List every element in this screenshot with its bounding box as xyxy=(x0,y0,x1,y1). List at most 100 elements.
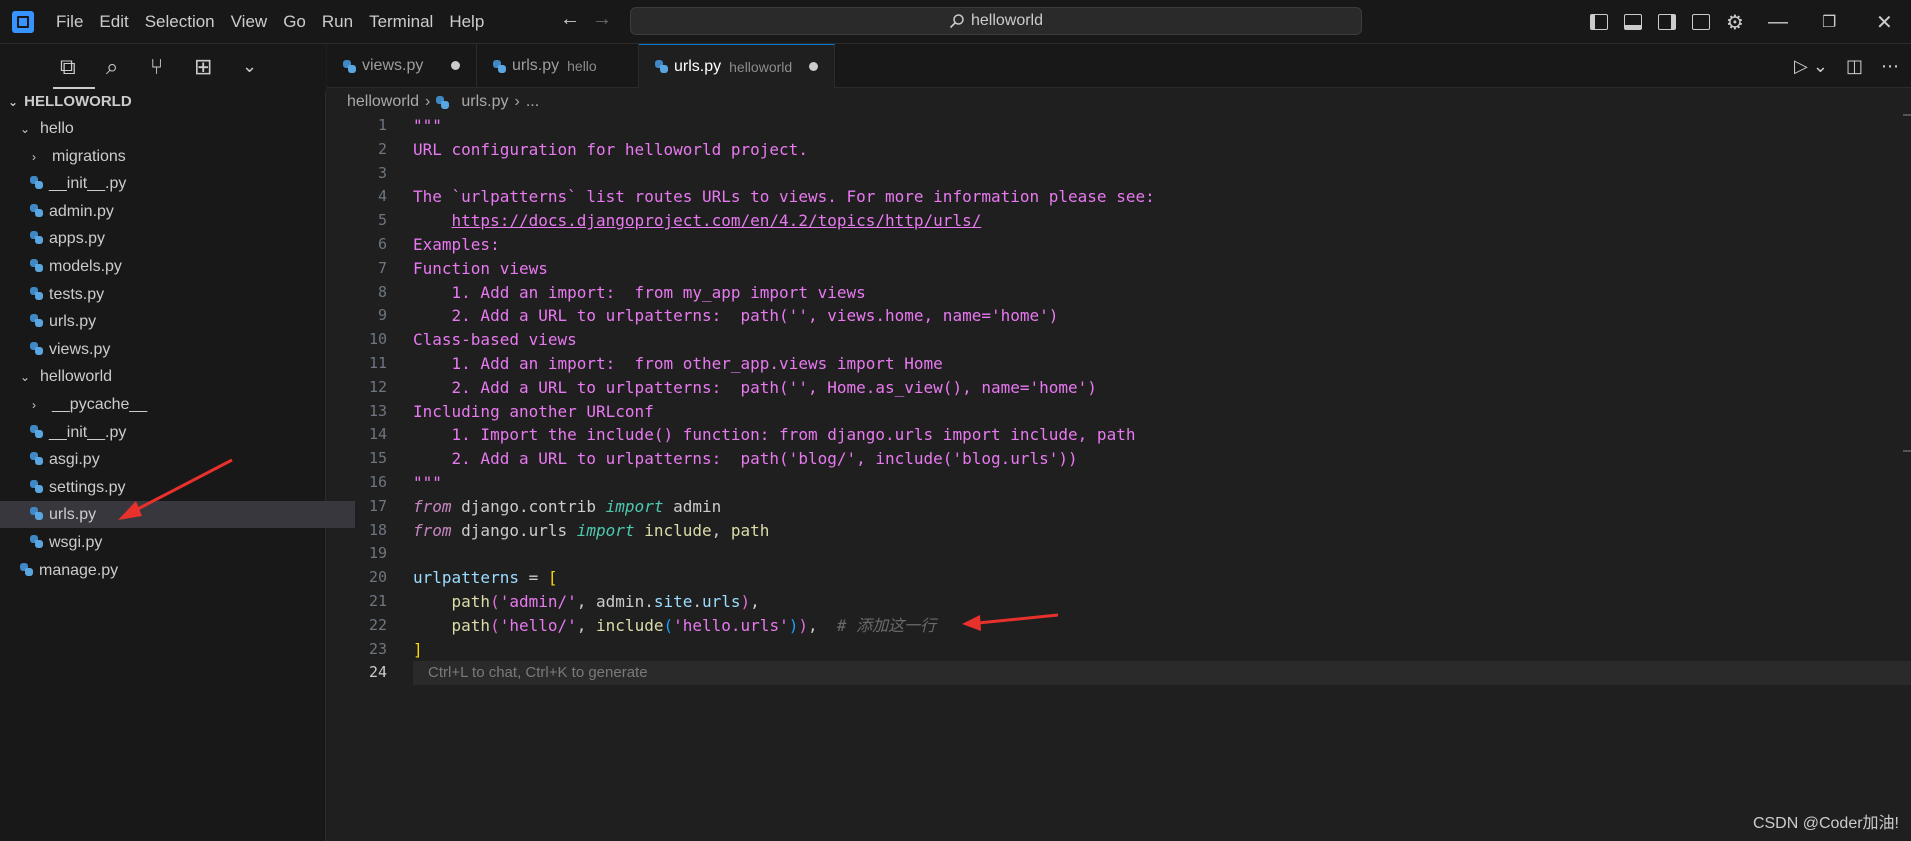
menu-help[interactable]: Help xyxy=(441,0,492,44)
line-number: 15 xyxy=(368,449,387,468)
menu-edit[interactable]: Edit xyxy=(91,0,136,44)
tree-file[interactable]: urls.py xyxy=(0,308,355,335)
python-file-icon xyxy=(30,314,43,328)
split-editor-icon[interactable]: ◫ xyxy=(1846,56,1863,77)
tree-file[interactable]: tests.py xyxy=(0,281,355,308)
forward-arrow-icon[interactable]: → xyxy=(592,8,612,31)
python-file-icon xyxy=(343,59,356,73)
menu-go[interactable]: Go xyxy=(275,0,314,44)
python-file-icon xyxy=(655,60,668,73)
line-number: 14 xyxy=(368,425,387,444)
toggle-secondary-sidebar-icon[interactable] xyxy=(1658,14,1676,30)
run-play-icon[interactable]: ▷ ⌄ xyxy=(1794,56,1828,77)
python-file-icon xyxy=(30,341,43,355)
tree-item-label: wsgi.py xyxy=(49,534,103,551)
python-file-icon xyxy=(493,59,506,73)
tree-file[interactable]: settings.py xyxy=(0,474,355,501)
tree-file[interactable]: asgi.py xyxy=(0,446,355,473)
code-line: """ xyxy=(413,472,442,492)
line-number: 9 xyxy=(377,306,387,325)
tree-file[interactable]: urls.py xyxy=(0,501,355,529)
tab-views-py[interactable]: views.py xyxy=(327,44,477,88)
line-number: 10 xyxy=(368,330,387,349)
more-actions-icon[interactable]: ⋯ xyxy=(1881,56,1899,77)
python-file-icon xyxy=(436,95,450,109)
menu-run[interactable]: Run xyxy=(314,0,361,44)
code-line: urlpatterns = [ xyxy=(413,568,558,588)
minimize-icon[interactable]: — xyxy=(1768,0,1788,44)
code-line: 1. Add an import: from other_app.views i… xyxy=(413,353,943,373)
tree-file[interactable]: __init__.py xyxy=(0,170,355,197)
code-line: 1. Import the include() function: from d… xyxy=(413,425,1136,445)
explorer-root[interactable]: ⌄ HELLOWORLD xyxy=(8,91,132,113)
tree-item-label: migrations xyxy=(52,147,126,165)
menu-file[interactable]: File xyxy=(48,0,91,44)
tree-file[interactable]: views.py xyxy=(0,336,355,363)
breadcrumb-folder[interactable]: helloworld xyxy=(347,93,419,111)
back-arrow-icon[interactable]: ← xyxy=(560,8,580,31)
code-line: Including another URLconf xyxy=(413,401,654,421)
code-editor[interactable]: """ URL configuration for helloworld proj… xyxy=(413,114,1155,685)
chevron-right-icon: › xyxy=(32,149,36,164)
line-number: 16 xyxy=(368,472,387,491)
search-view-icon[interactable]: ⌕ xyxy=(106,54,118,80)
tree-file[interactable]: apps.py xyxy=(0,225,355,252)
tree-file[interactable]: wsgi.py xyxy=(0,529,355,556)
title-bar: File Edit Selection View Go Run Terminal… xyxy=(0,0,1911,44)
close-window-icon[interactable]: ✕ xyxy=(1876,0,1893,44)
restore-icon[interactable]: ❐ xyxy=(1822,0,1836,44)
python-file-icon xyxy=(30,507,43,521)
line-number: 7 xyxy=(377,258,387,277)
tab-urls-py-helloworld[interactable]: urls.py helloworld xyxy=(639,44,835,88)
chevron-down-icon[interactable]: ⌄ xyxy=(242,56,257,77)
unsaved-dot-icon xyxy=(809,62,818,71)
tree-file[interactable]: __init__.py xyxy=(0,419,355,446)
code-line: URL configuration for helloworld project… xyxy=(413,139,808,159)
tree-folder[interactable]: ⌄ helloworld xyxy=(0,363,345,390)
tree-file[interactable]: models.py xyxy=(0,253,355,280)
line-number: 3 xyxy=(377,163,387,182)
line-number: 6 xyxy=(377,234,387,253)
breadcrumb-more[interactable]: ... xyxy=(526,93,539,111)
toggle-panel-icon[interactable] xyxy=(1624,14,1642,30)
menu-selection[interactable]: Selection xyxy=(137,0,223,44)
tree-item-label: views.py xyxy=(49,340,111,358)
ai-hint: Ctrl+L to chat, Ctrl+K to generate xyxy=(428,664,648,681)
tree-folder[interactable]: › __pycache__ xyxy=(0,391,357,418)
customize-layout-icon[interactable] xyxy=(1692,14,1710,30)
extensions-icon[interactable]: ⊞ xyxy=(194,54,212,80)
line-number: 18 xyxy=(368,520,387,539)
tab-urls-py-hello[interactable]: urls.py hello xyxy=(477,44,639,88)
active-view-indicator xyxy=(53,87,95,89)
python-file-icon xyxy=(30,176,43,190)
tree-item-label: admin.py xyxy=(49,202,114,220)
line-number: 8 xyxy=(377,282,387,301)
python-file-icon xyxy=(20,562,33,576)
code-line: path('hello/', include('hello.urls')), #… xyxy=(451,615,937,635)
tree-item-label: urls.py xyxy=(49,506,97,524)
menu-terminal[interactable]: Terminal xyxy=(361,0,441,44)
source-control-icon[interactable]: ⑂ xyxy=(150,54,163,80)
code-line: from django.contrib import admin xyxy=(413,496,722,516)
code-line: 2. Add a URL to urlpatterns: path('blog/… xyxy=(413,449,1078,469)
settings-gear-icon[interactable]: ⚙ xyxy=(1726,10,1744,35)
breadcrumb-file[interactable]: urls.py xyxy=(461,93,508,111)
explorer-sidebar: ⌄ HELLOWORLD ⌄ hello › migrations __init__.p… xyxy=(0,91,355,841)
tree-folder[interactable]: ⌄ hello xyxy=(0,115,345,142)
tree-file[interactable]: manage.py xyxy=(0,557,345,584)
activity-bar: ⧉ ⌕ ⑂ ⊞ ⌄ xyxy=(0,44,326,91)
code-line: path('admin/', admin.site.urls), xyxy=(451,591,760,611)
explorer-icon[interactable]: ⧉ xyxy=(60,54,76,80)
menu-bar: File Edit Selection View Go Run Terminal… xyxy=(48,0,492,44)
watermark: CSDN @Coder加油! xyxy=(1752,815,1899,832)
code-line: Examples: xyxy=(413,234,500,254)
menu-view[interactable]: View xyxy=(223,0,276,44)
code-line: 1. Add an import: from my_app import vie… xyxy=(413,282,866,302)
tree-file[interactable]: admin.py xyxy=(0,198,355,225)
toggle-primary-sidebar-icon[interactable] xyxy=(1590,14,1608,30)
line-number: 24 xyxy=(368,663,387,682)
code-line: https://docs.djangoproject.com/en/4.2/to… xyxy=(451,211,982,231)
tree-folder[interactable]: › migrations xyxy=(0,143,357,170)
command-center-search[interactable]: helloworld xyxy=(630,7,1362,35)
